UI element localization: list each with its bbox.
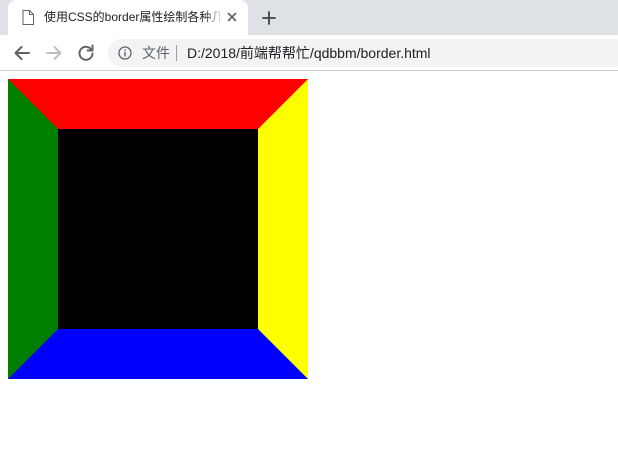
omnibox-divider	[176, 45, 177, 61]
document-icon	[22, 10, 34, 25]
address-bar[interactable]: 文件 D:/2018/前端帮帮忙/qdbbm/border.html	[108, 39, 618, 67]
close-icon[interactable]	[224, 9, 240, 25]
info-icon[interactable]	[118, 46, 132, 60]
arrow-left-icon[interactable]	[11, 42, 33, 64]
browser-tab[interactable]: 使用CSS的border属性绘制各种几何图形	[8, 0, 248, 35]
colored-border-box	[8, 79, 308, 379]
browser-toolbar: 文件 D:/2018/前端帮帮忙/qdbbm/border.html	[0, 35, 618, 71]
tab-strip: 使用CSS的border属性绘制各种几何图形	[0, 0, 618, 35]
page-viewport	[0, 71, 618, 457]
reload-icon[interactable]	[75, 42, 97, 64]
tab-title: 使用CSS的border属性绘制各种几何图形	[44, 10, 220, 24]
arrow-right-icon[interactable]	[43, 42, 65, 64]
plus-icon[interactable]	[258, 7, 280, 29]
scheme-label: 文件	[142, 45, 170, 61]
tab-title-fade	[204, 8, 224, 28]
url-text[interactable]: D:/2018/前端帮帮忙/qdbbm/border.html	[187, 44, 431, 62]
